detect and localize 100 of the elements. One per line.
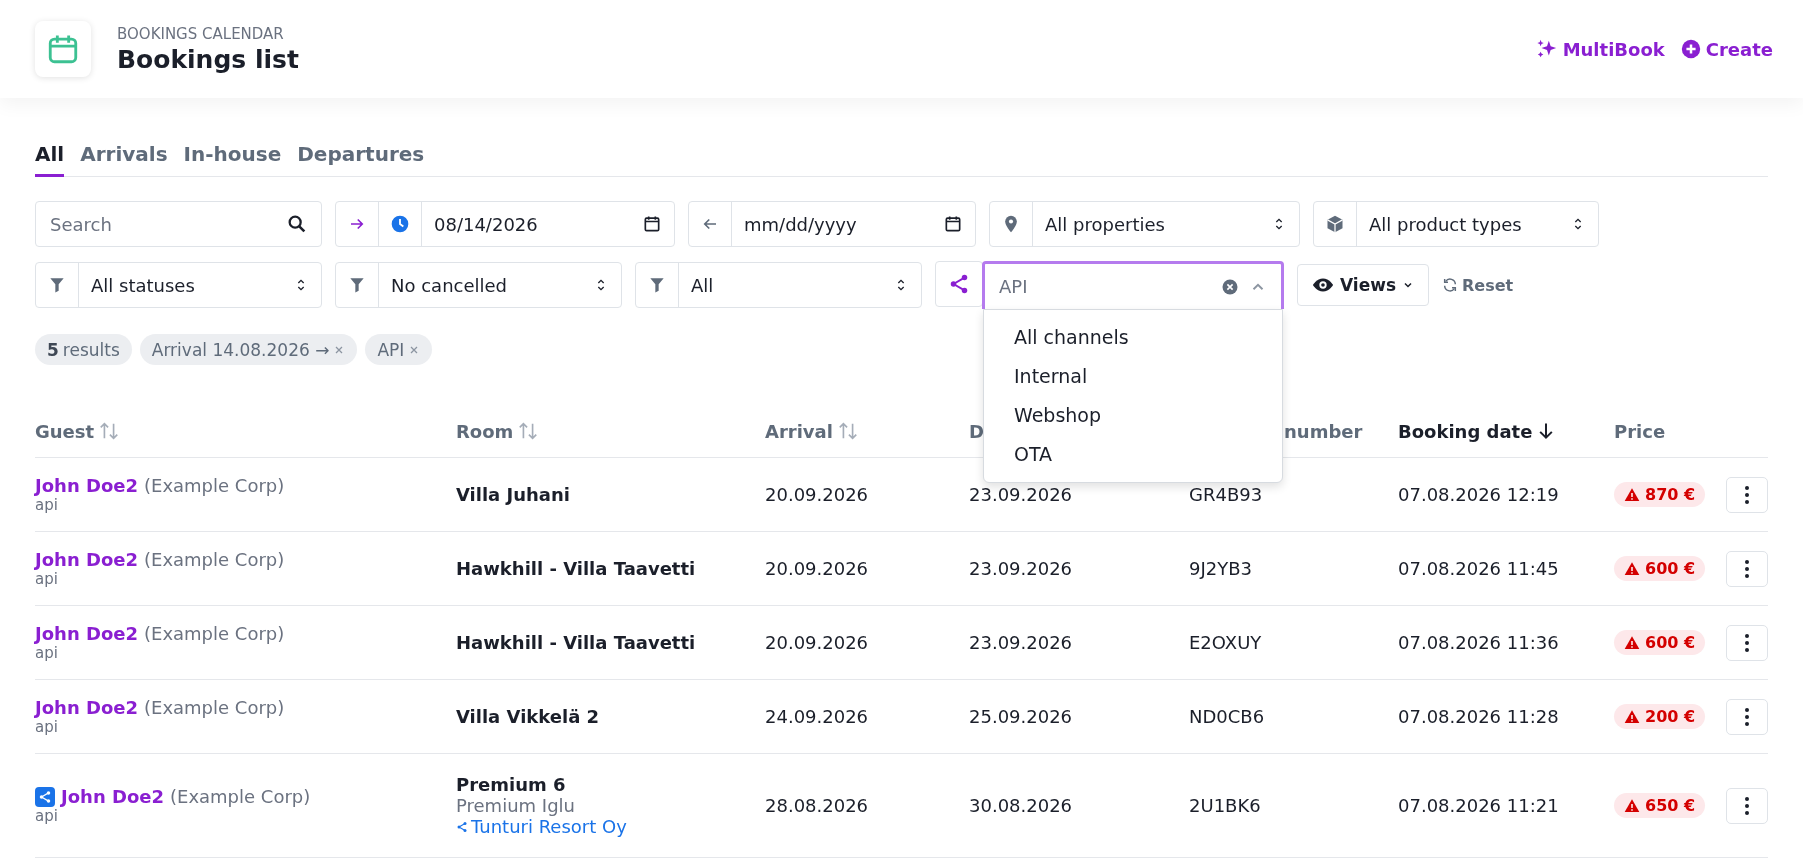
partner-link[interactable]: Tunturi Resort Oy [456,816,765,837]
clear-icon [1221,277,1239,296]
departure-date: 23.09.2026 [969,632,1074,653]
views-button[interactable]: Views [1297,264,1430,306]
search-icon [286,213,308,235]
departure-date: 23.09.2026 [969,484,1074,505]
more-vertical-icon [1745,559,1749,578]
create-button[interactable]: Create [1680,38,1773,60]
clock-icon [390,214,410,234]
guest-name[interactable]: John Doe2 [35,549,138,570]
company-name: (Example Corp) [144,623,285,644]
column-header[interactable]: Price [1614,420,1666,442]
company-name: (Example Corp) [144,549,285,570]
reset-button[interactable]: Reset [1442,275,1514,295]
warning-icon [1624,708,1640,725]
booking-number: ND0CB6 [1189,706,1266,727]
more-button[interactable] [1726,698,1768,735]
company-name: (Example Corp) [144,697,285,718]
price-badge: 200 € [1614,704,1706,729]
departure-date: 30.08.2026 [969,795,1074,816]
more-button[interactable] [1726,787,1768,824]
dropdown-option[interactable]: All channels [984,318,1282,357]
guest-name[interactable]: John Doe2 [35,697,138,718]
more-button[interactable] [1726,550,1768,587]
cancelled-select[interactable]: No cancelled [335,262,622,308]
multibook-button[interactable]: MultiBook [1535,38,1665,60]
sort-icon [517,420,540,442]
tab[interactable]: In-house [183,142,282,177]
tab[interactable]: All [35,142,65,177]
filter-chip[interactable]: API [365,334,433,365]
arrival-date: 28.08.2026 [765,795,870,816]
section-label: BOOKINGS CALENDAR [117,24,285,43]
tab[interactable]: Departures [297,142,425,177]
arrival-date: 20.09.2026 [765,484,870,505]
booking-number: 9J2YB3 [1189,558,1253,579]
column-header[interactable]: Booking date [1398,420,1557,442]
booking-date: 07.08.2026 11:28 [1398,706,1560,727]
calendar-icon [943,214,963,234]
column-header[interactable]: Guest [35,420,121,442]
guest-name[interactable]: John Doe2 [35,623,138,644]
column-header[interactable]: Room [456,420,540,442]
guest-name[interactable]: John Doe2 [35,475,138,496]
guest-name[interactable]: John Doe2 [61,786,164,807]
more-vertical-icon [1745,796,1749,815]
more-vertical-icon [1745,485,1749,504]
booking-source: api [35,496,59,514]
warning-icon [1624,486,1640,503]
company-name: (Example Corp) [170,786,311,807]
column-header[interactable]: D [969,420,984,442]
booking-source: api [35,718,59,736]
dropdown-option[interactable]: Internal [984,357,1282,396]
funnel-icon [647,275,667,295]
tab[interactable]: Arrivals [80,142,168,177]
status-select[interactable]: All statuses [35,262,322,308]
price-badge: 650 € [1614,793,1706,818]
filter-select[interactable]: All [635,262,922,308]
dropdown-option[interactable]: Webshop [984,396,1282,435]
room-name: Hawkhill - Villa Taavetti [456,558,697,579]
departure-date-field[interactable]: mm/dd/yyyy [688,201,976,247]
sort-icon [836,420,859,442]
results-count: 5 results [35,334,132,365]
room-name: Villa Vikkelä 2 [456,706,601,727]
warning-icon [1624,634,1640,651]
filter-chip[interactable]: Arrival 14.08.2026 → [139,334,358,365]
page-title: Bookings list [117,44,299,74]
more-button[interactable] [1726,476,1768,513]
warning-icon [1624,797,1640,814]
departure-date: 23.09.2026 [969,558,1074,579]
more-button[interactable] [1726,624,1768,661]
cube-icon [1325,214,1345,234]
booking-date: 07.08.2026 11:45 [1398,558,1560,579]
column-header[interactable]: Arrival [765,420,859,442]
booking-source: api [35,644,59,662]
price-badge: 600 € [1614,630,1706,655]
booking-number: E2OXUY [1189,632,1263,653]
booking-source: api [35,570,59,588]
room-name: Premium 6 [456,774,567,795]
room-name: Villa Juhani [456,484,571,505]
company-name: (Example Corp) [144,475,285,496]
column-header[interactable]: number [1284,420,1363,442]
booking-number: 2U1BK6 [1189,795,1262,816]
arrival-date-field[interactable]: 08/14/2026 [335,201,675,247]
share-icon [948,273,970,295]
share-icon [456,820,468,833]
product-type-select[interactable]: All product types [1313,201,1599,247]
booking-date: 07.08.2026 12:19 [1398,484,1560,505]
search-field[interactable]: Search [35,201,322,247]
booking-number: GR4B93 [1189,484,1264,505]
booking-date: 07.08.2026 11:21 [1398,795,1560,816]
property-select[interactable]: All properties [989,201,1300,247]
sparkles-icon [1535,38,1558,60]
dropdown-option[interactable]: OTA [984,435,1282,474]
more-vertical-icon [1745,707,1749,726]
arrival-date: 24.09.2026 [765,706,870,727]
price-badge: 870 € [1614,482,1706,507]
price-badge: 600 € [1614,556,1706,581]
booking-source: api [35,807,59,825]
funnel-icon [47,275,67,295]
warning-icon [1624,560,1640,577]
room-name: Hawkhill - Villa Taavetti [456,632,697,653]
